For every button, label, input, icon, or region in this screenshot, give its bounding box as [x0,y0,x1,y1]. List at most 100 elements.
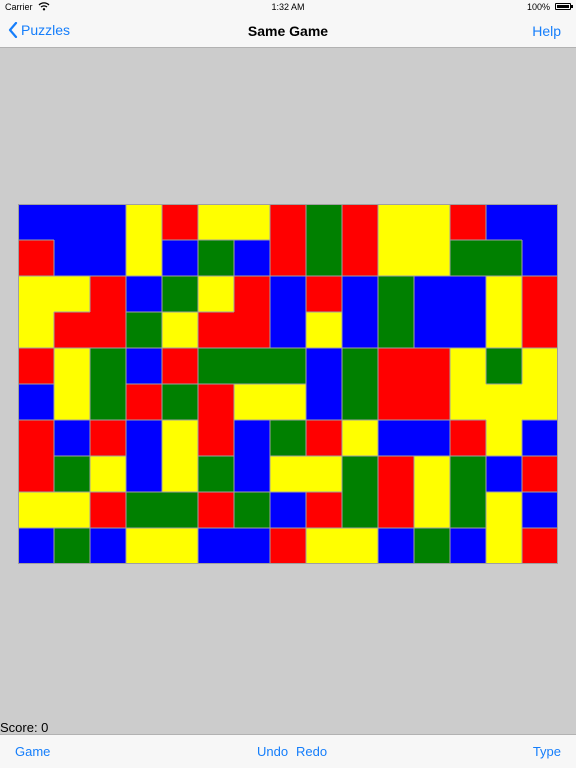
tile[interactable] [90,348,127,385]
tile[interactable] [486,456,523,493]
tile[interactable] [18,276,55,313]
tile[interactable] [18,384,55,421]
tile[interactable] [18,420,55,457]
tile[interactable] [306,456,343,493]
tile[interactable] [522,456,558,493]
tile[interactable] [306,384,343,421]
tile[interactable] [414,240,451,277]
tile[interactable] [162,384,199,421]
tile[interactable] [90,492,127,529]
tile[interactable] [90,240,127,277]
tile[interactable] [198,348,235,385]
tile[interactable] [378,420,415,457]
tile[interactable] [198,276,235,313]
tile[interactable] [342,492,379,529]
tile[interactable] [450,312,487,349]
tile[interactable] [54,240,91,277]
tile[interactable] [306,312,343,349]
tile[interactable] [414,348,451,385]
tile[interactable] [198,240,235,277]
tile[interactable] [486,420,523,457]
tile[interactable] [378,384,415,421]
tile[interactable] [342,312,379,349]
tile[interactable] [378,528,415,564]
tile[interactable] [522,384,558,421]
tile[interactable] [90,384,127,421]
tile[interactable] [126,528,163,564]
undo-button[interactable]: Undo [257,744,288,759]
tile[interactable] [522,204,558,241]
tile[interactable] [126,276,163,313]
tile[interactable] [306,204,343,241]
tile[interactable] [414,528,451,564]
tile[interactable] [234,384,271,421]
tile[interactable] [486,312,523,349]
tile[interactable] [234,528,271,564]
tile[interactable] [126,384,163,421]
tile[interactable] [486,348,523,385]
tile[interactable] [450,492,487,529]
tile[interactable] [486,276,523,313]
tile[interactable] [198,492,235,529]
tile[interactable] [378,456,415,493]
tile[interactable] [378,492,415,529]
tile[interactable] [270,240,307,277]
tile[interactable] [306,420,343,457]
game-board[interactable] [18,204,558,564]
tile[interactable] [306,348,343,385]
tile[interactable] [342,204,379,241]
tile[interactable] [270,528,307,564]
tile[interactable] [18,204,55,241]
tile[interactable] [162,276,199,313]
tile[interactable] [270,312,307,349]
tile[interactable] [234,240,271,277]
tile[interactable] [126,456,163,493]
tile[interactable] [378,348,415,385]
tile[interactable] [162,528,199,564]
tile[interactable] [126,492,163,529]
tile[interactable] [342,240,379,277]
tile[interactable] [414,456,451,493]
redo-button[interactable]: Redo [296,744,327,759]
tile[interactable] [270,384,307,421]
tile[interactable] [414,492,451,529]
tile[interactable] [270,348,307,385]
tile[interactable] [18,348,55,385]
tile[interactable] [162,456,199,493]
tile[interactable] [54,384,91,421]
tile[interactable] [162,312,199,349]
tile[interactable] [522,528,558,564]
tile[interactable] [234,492,271,529]
tile[interactable] [486,528,523,564]
tile[interactable] [486,204,523,241]
tile[interactable] [270,456,307,493]
tile[interactable] [450,276,487,313]
tile[interactable] [90,312,127,349]
tile[interactable] [18,240,55,277]
game-button[interactable]: Game [15,744,50,759]
tile[interactable] [234,348,271,385]
tile[interactable] [378,240,415,277]
tile[interactable] [414,420,451,457]
tile[interactable] [162,420,199,457]
tile[interactable] [450,420,487,457]
tile[interactable] [522,276,558,313]
tile[interactable] [270,204,307,241]
tile[interactable] [378,276,415,313]
tile[interactable] [522,420,558,457]
tile[interactable] [306,240,343,277]
tile[interactable] [342,276,379,313]
tile[interactable] [234,204,271,241]
tile[interactable] [486,384,523,421]
tile[interactable] [522,492,558,529]
tile[interactable] [54,204,91,241]
tile[interactable] [126,420,163,457]
tile[interactable] [126,348,163,385]
tile[interactable] [198,420,235,457]
tile[interactable] [54,348,91,385]
tile[interactable] [270,276,307,313]
tile[interactable] [126,240,163,277]
tile[interactable] [414,384,451,421]
tile[interactable] [234,276,271,313]
tile[interactable] [342,456,379,493]
